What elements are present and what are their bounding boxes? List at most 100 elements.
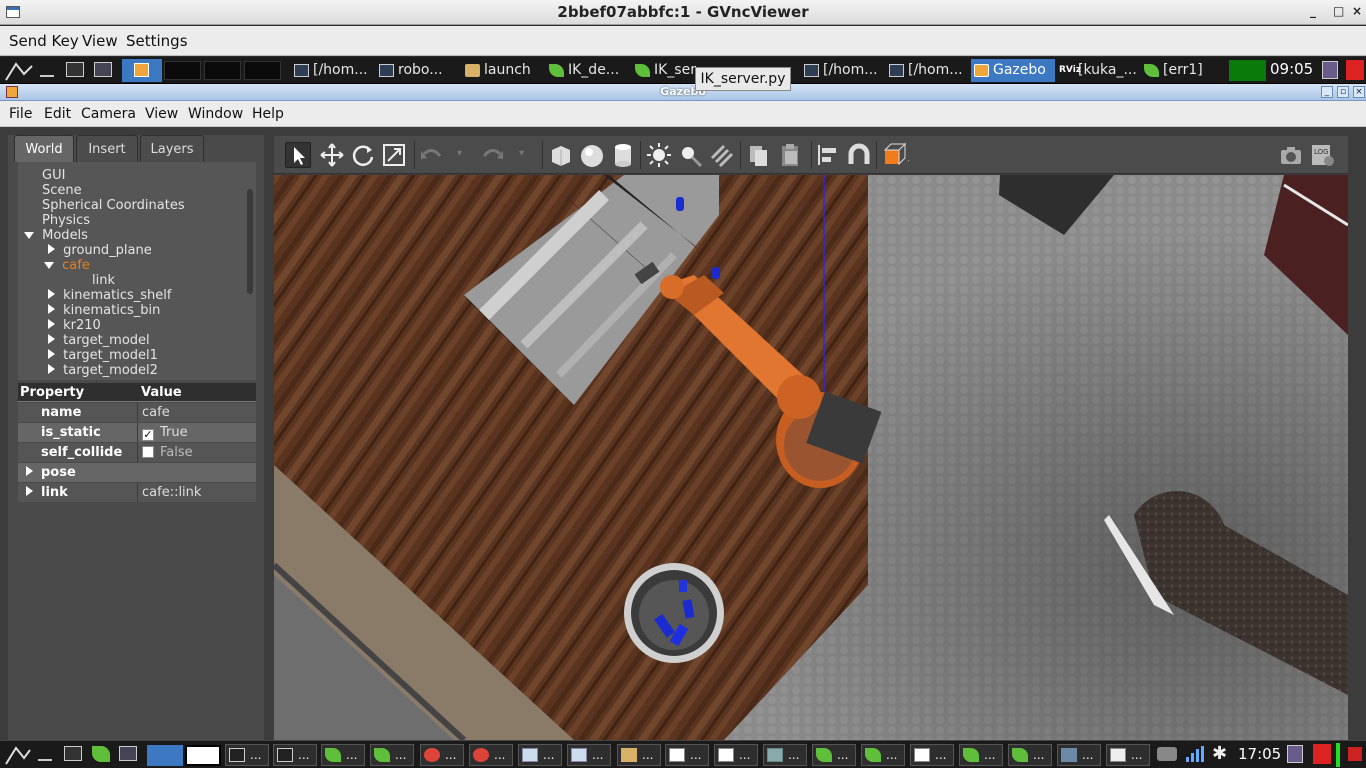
expand-pose-icon[interactable]	[26, 466, 33, 476]
bottom-task-1[interactable]: ...	[225, 744, 269, 766]
tree-cafe-link[interactable]: link	[92, 273, 115, 288]
bottom-task-6[interactable]: ...	[469, 744, 513, 766]
task-folder-launch[interactable]: launch	[462, 59, 544, 82]
bottom-task-17[interactable]: ...	[1008, 744, 1052, 766]
signal-bars-icon[interactable]	[1185, 745, 1205, 763]
collapse-icon[interactable]	[48, 364, 55, 374]
collapse-icon[interactable]	[48, 304, 55, 314]
bottom-task-11[interactable]: ...	[714, 744, 758, 766]
tree-model-cafe[interactable]: cafe	[44, 258, 90, 273]
log-icon[interactable]: LOG	[1309, 142, 1335, 168]
tab-insert[interactable]: Insert	[76, 135, 138, 162]
start-menu-icon[interactable]	[4, 60, 34, 82]
leaf-icon[interactable]	[92, 746, 110, 762]
screenshot-camera-icon[interactable]	[1278, 142, 1304, 168]
tree-model-target-model2[interactable]: target_model2	[48, 363, 158, 378]
copy-icon[interactable]	[746, 142, 772, 168]
gazebo-close-button[interactable]: ×	[1353, 86, 1365, 98]
workspace-2[interactable]	[185, 745, 221, 766]
property-value[interactable]: cafe	[137, 403, 256, 422]
sphere-shape-icon[interactable]	[579, 142, 605, 168]
redo-icon[interactable]	[480, 142, 506, 168]
expand-icon[interactable]	[24, 232, 34, 239]
menu-window[interactable]: Window	[188, 106, 243, 122]
rotate-icon[interactable]	[350, 142, 376, 168]
menu-view[interactable]: View	[82, 32, 118, 50]
start-menu-icon[interactable]	[4, 744, 32, 766]
bottom-task-16[interactable]: ...	[959, 744, 1003, 766]
bottom-task-12[interactable]: ...	[763, 744, 807, 766]
task-gazebo[interactable]: Gazebo	[971, 59, 1055, 82]
workspace-3[interactable]	[204, 61, 241, 80]
menu-edit[interactable]: Edit	[44, 106, 71, 122]
scale-icon[interactable]	[381, 142, 407, 168]
view-angle-icon[interactable]	[883, 142, 909, 168]
settings-gear-icon[interactable]: ✱	[1212, 744, 1227, 764]
tree-model-target-model1[interactable]: target_model1	[48, 348, 158, 363]
desktop-icon[interactable]	[66, 62, 84, 77]
expand-link-icon[interactable]	[26, 486, 33, 496]
minimize-button[interactable]: _	[1310, 4, 1316, 18]
task-terminal-3[interactable]: [/hom...	[801, 59, 885, 82]
self-collide-checkbox[interactable]	[142, 446, 154, 458]
collapse-icon[interactable]	[48, 244, 55, 254]
bottom-clock[interactable]: 17:05	[1238, 745, 1281, 763]
property-row-link[interactable]: link cafe::link	[18, 483, 256, 502]
minimize-all-icon[interactable]	[38, 749, 52, 761]
network-icon[interactable]	[1157, 747, 1177, 761]
workspace-1[interactable]	[147, 745, 183, 766]
maximize-button[interactable]: □	[1333, 4, 1344, 18]
tree-model-ground-plane[interactable]: ground_plane	[48, 243, 152, 258]
collapse-icon[interactable]	[48, 334, 55, 344]
snap-magnet-icon[interactable]	[846, 142, 872, 168]
task-err1[interactable]: [err1]	[1141, 59, 1225, 82]
windows-icon[interactable]	[94, 62, 112, 77]
bottom-task-14[interactable]: ...	[861, 744, 905, 766]
tree-item-models[interactable]: Models	[24, 228, 88, 243]
tree-model-kinematics-bin[interactable]: kinematics_bin	[48, 303, 160, 318]
task-rviz[interactable]: RViz [kuka_...	[1056, 59, 1140, 82]
tree-item-scene[interactable]: Scene	[42, 183, 82, 198]
bottom-task-10[interactable]: ...	[665, 744, 709, 766]
workspace-4[interactable]	[244, 61, 281, 80]
expand-icon[interactable]	[44, 262, 54, 269]
power-icon[interactable]	[1346, 60, 1364, 80]
is-static-checkbox[interactable]: ✓	[142, 429, 154, 441]
bottom-task-3[interactable]: ...	[321, 744, 365, 766]
collapse-icon[interactable]	[48, 349, 55, 359]
clock[interactable]: 09:05	[1270, 60, 1313, 78]
menu-settings[interactable]: Settings	[126, 32, 188, 50]
minimize-all-icon[interactable]	[40, 63, 54, 77]
spot-light-icon[interactable]	[677, 142, 703, 168]
scene-render[interactable]	[274, 175, 1348, 740]
menu-camera[interactable]: Camera	[81, 106, 136, 122]
lock-icon[interactable]	[1287, 745, 1303, 763]
close-button[interactable]: ×	[1352, 4, 1362, 18]
menu-view[interactable]: View	[145, 106, 178, 122]
undo-history-chevron-icon[interactable]: ▾	[457, 148, 462, 159]
desktop-icon[interactable]	[64, 746, 82, 761]
translate-icon[interactable]	[319, 142, 345, 168]
bottom-task-18[interactable]: ...	[1057, 744, 1101, 766]
tree-model-target-model[interactable]: target_model	[48, 333, 150, 348]
redo-history-chevron-icon[interactable]: ▾	[519, 148, 524, 159]
tree-item-physics[interactable]: Physics	[42, 213, 90, 228]
bottom-task-15[interactable]: ...	[910, 744, 954, 766]
workspace-2[interactable]	[164, 61, 201, 80]
paste-icon[interactable]	[777, 142, 803, 168]
task-terminal-2[interactable]: robo...	[376, 59, 461, 82]
gazebo-maximize-button[interactable]: ▫	[1337, 86, 1349, 98]
tab-world[interactable]: World	[14, 135, 74, 162]
task-terminal-4[interactable]: [/hom...	[886, 59, 970, 82]
box-shape-icon[interactable]	[548, 142, 574, 168]
tree-model-kr210[interactable]: kr210	[48, 318, 101, 333]
gazebo-minimize-button[interactable]: _	[1321, 86, 1333, 98]
scene-viewport[interactable]	[274, 175, 1348, 740]
cylinder-shape-icon[interactable]	[610, 142, 636, 168]
bottom-task-4[interactable]: ...	[370, 744, 414, 766]
select-mode-button[interactable]	[285, 142, 311, 168]
align-icon[interactable]	[815, 142, 841, 168]
kinematics-bin[interactable]	[624, 563, 724, 663]
tree-model-kinematics-shelf[interactable]: kinematics_shelf	[48, 288, 171, 303]
menu-file[interactable]: File	[9, 106, 32, 122]
